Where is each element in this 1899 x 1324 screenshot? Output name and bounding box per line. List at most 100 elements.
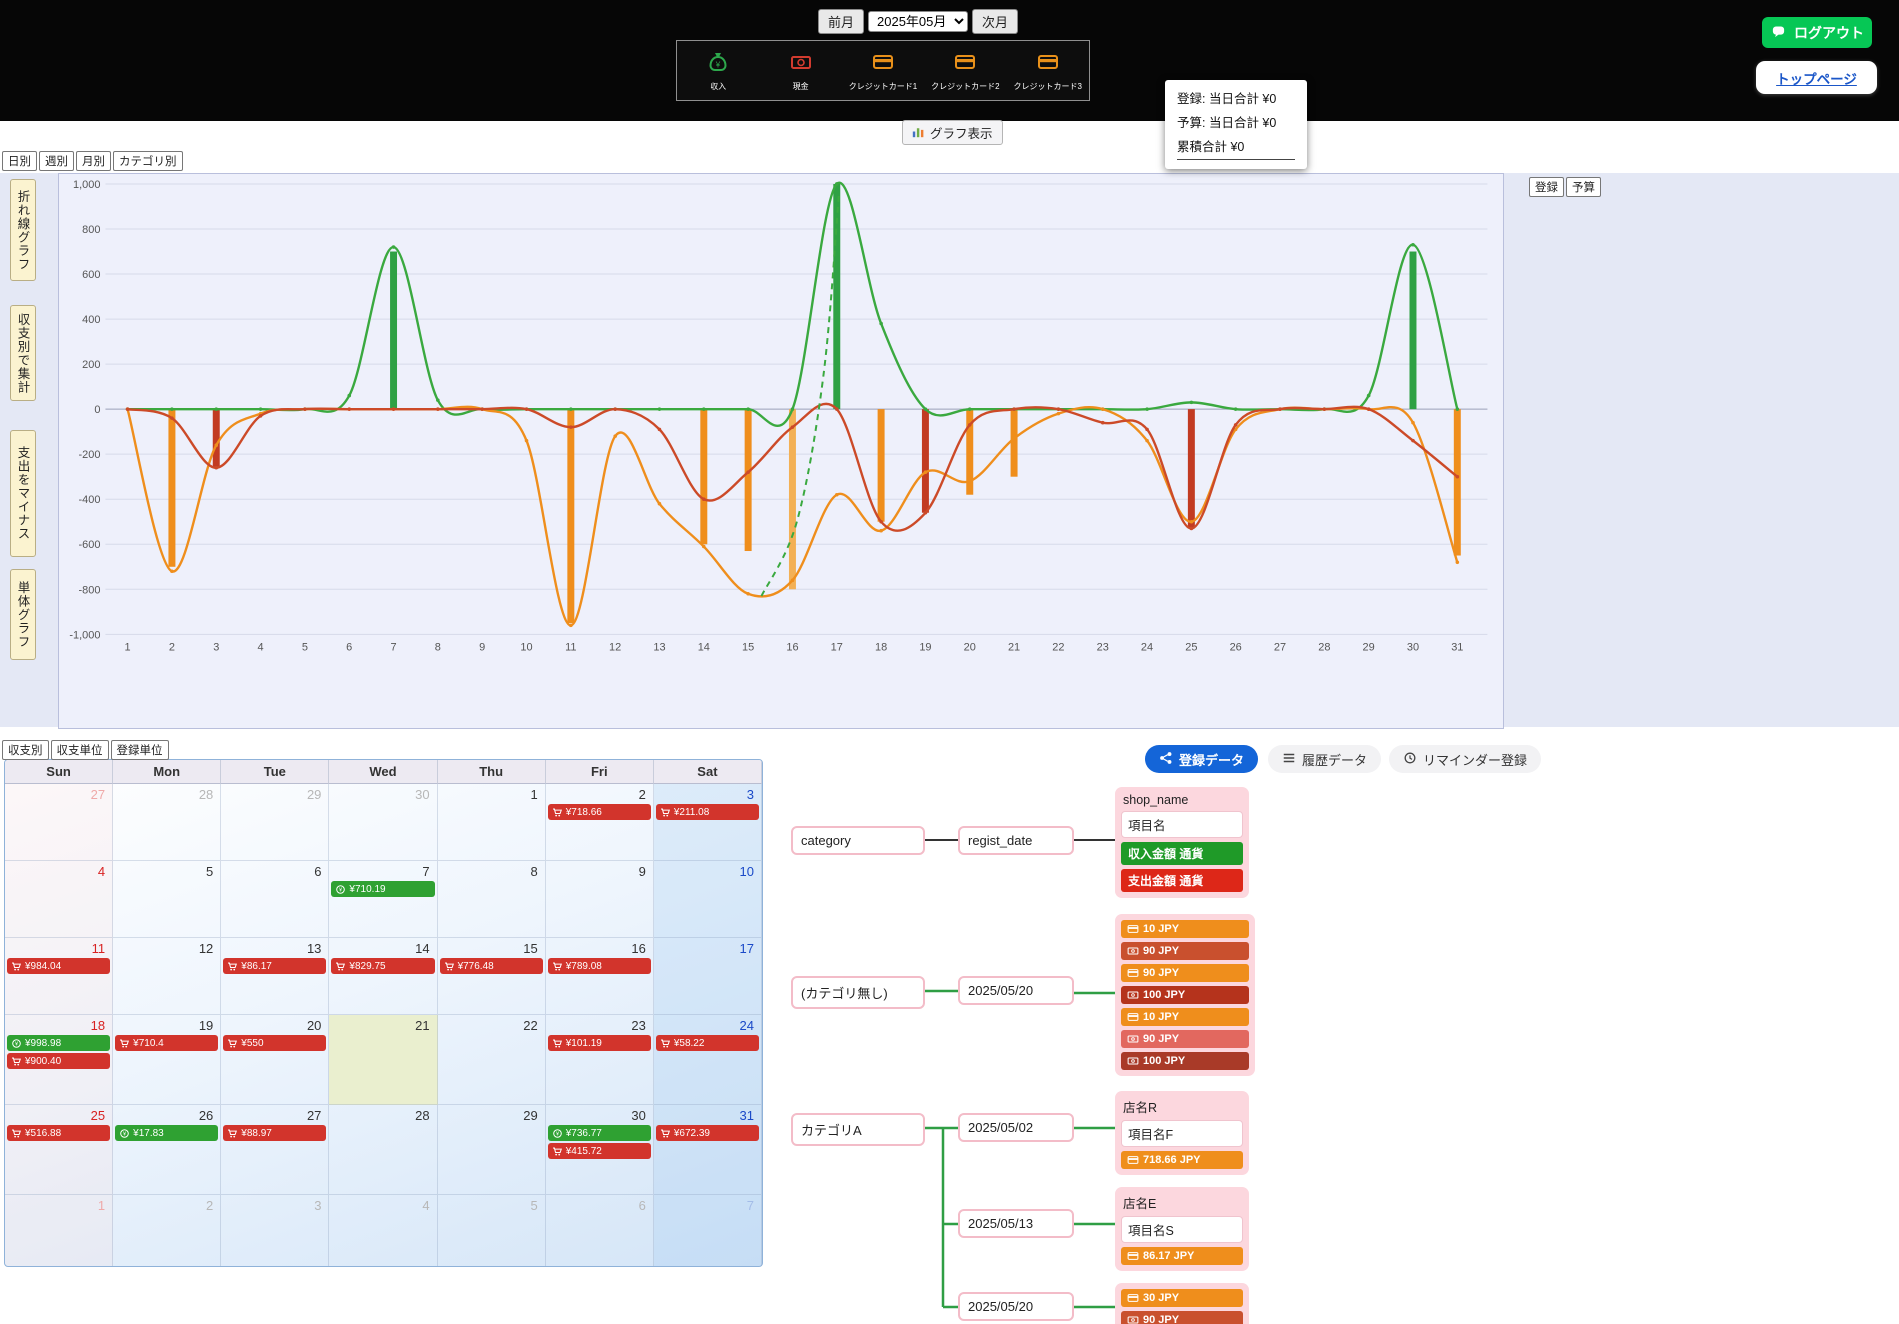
calendar-day-cell[interactable]: 5	[438, 1195, 546, 1267]
expense-amount-badge[interactable]: ¥86.17	[223, 958, 326, 974]
regist-date-node[interactable]: 2025/05/20	[958, 976, 1074, 1005]
top-page-button[interactable]: トップページ	[1756, 61, 1877, 94]
calendar-day-cell[interactable]: 5	[113, 861, 221, 938]
amount-badge[interactable]: 90 JPY	[1121, 964, 1249, 982]
calendar-day-cell[interactable]: 11¥984.04	[5, 938, 113, 1015]
expense-amount-badge[interactable]: ¥829.75	[331, 958, 434, 974]
regist-date-node[interactable]: 2025/05/13	[958, 1209, 1074, 1238]
calendar-day-cell[interactable]: 27¥88.97	[221, 1105, 329, 1195]
amount-badge[interactable]: 90 JPY	[1121, 942, 1249, 960]
calendar-day-cell[interactable]: 6	[546, 1195, 654, 1267]
logout-button[interactable]: ログアウト	[1762, 17, 1872, 48]
amount-badge[interactable]: 10 JPY	[1121, 920, 1249, 938]
calendar-day-cell[interactable]: 27	[5, 784, 113, 861]
regist-date-node[interactable]: 2025/05/20	[958, 1292, 1074, 1321]
calendar-day-cell[interactable]: 30	[329, 784, 437, 861]
tab-history-data[interactable]: 履歴データ	[1268, 745, 1381, 773]
expense-amount-badge[interactable]: ¥789.08	[548, 958, 651, 974]
calendar-day-cell[interactable]: 18¥¥998.98¥900.40	[5, 1015, 113, 1105]
calendar-day-cell[interactable]: 7¥¥710.19	[329, 861, 437, 938]
income-amount-badge[interactable]: ¥¥710.19	[331, 881, 434, 897]
tab-daily[interactable]: 日別	[2, 151, 37, 171]
calendar-day-cell[interactable]: 3¥211.08	[654, 784, 762, 861]
account-card1-button[interactable]: クレジットカード1	[844, 50, 922, 92]
account-income-button[interactable]: ¥ 収入	[679, 50, 757, 92]
tab-by-balance[interactable]: 収支別	[2, 740, 49, 760]
calendar-day-cell[interactable]: 19¥710.4	[113, 1015, 221, 1105]
amount-badge[interactable]: 30 JPY	[1121, 1289, 1243, 1307]
category-node-a[interactable]: カテゴリA	[791, 1113, 925, 1146]
income-amount-badge[interactable]: ¥¥17.83	[115, 1125, 218, 1141]
regist-date-node[interactable]: 2025/05/02	[958, 1113, 1074, 1142]
calendar-day-cell[interactable]: 17	[654, 938, 762, 1015]
income-amount-badge[interactable]: ¥¥736.77	[548, 1125, 651, 1141]
calendar-day-cell[interactable]: 13¥86.17	[221, 938, 329, 1015]
single-graph-button[interactable]: 単体グラフ	[10, 569, 36, 660]
graph-display-button[interactable]: グラフ表示	[902, 120, 1003, 145]
account-card3-button[interactable]: クレジットカード3	[1009, 50, 1087, 92]
item-name-box[interactable]: 項目名S	[1121, 1216, 1243, 1243]
calendar-day-cell[interactable]: 30¥¥736.77¥415.72	[546, 1105, 654, 1195]
calendar-day-cell[interactable]: 23¥101.19	[546, 1015, 654, 1105]
calendar-day-cell[interactable]: 26¥¥17.83	[113, 1105, 221, 1195]
amount-badge[interactable]: 90 JPY	[1121, 1030, 1249, 1048]
calendar-day-cell[interactable]: 20¥550	[221, 1015, 329, 1105]
calendar-day-cell[interactable]: 4	[329, 1195, 437, 1267]
expense-amount-badge[interactable]: ¥415.72	[548, 1143, 651, 1159]
calendar-day-cell[interactable]: 8	[438, 861, 546, 938]
tab-registered-data[interactable]: 登録データ	[1145, 745, 1258, 773]
expense-amount-badge[interactable]: ¥88.97	[223, 1125, 326, 1141]
calendar-day-cell[interactable]: 28	[329, 1105, 437, 1195]
next-month-button[interactable]: 次月	[972, 9, 1018, 34]
calendar-day-cell[interactable]: 22	[438, 1015, 546, 1105]
expense-amount-badge[interactable]: ¥984.04	[7, 958, 110, 974]
amount-badge[interactable]: 10 JPY	[1121, 1008, 1249, 1026]
tab-balance-unit[interactable]: 収支単位	[51, 740, 109, 760]
expense-amount-badge[interactable]: ¥710.4	[115, 1035, 218, 1051]
tab-monthly[interactable]: 月別	[76, 151, 111, 171]
item-name-box[interactable]: 項目名	[1121, 811, 1243, 838]
calendar-day-cell[interactable]: 4	[5, 861, 113, 938]
expense-amount-badge[interactable]: ¥672.39	[656, 1125, 759, 1141]
aggregate-by-balance-button[interactable]: 収支別で集計	[10, 305, 36, 401]
expense-amount-badge[interactable]: ¥718.66	[548, 804, 651, 820]
calendar-day-cell[interactable]: 2¥718.66	[546, 784, 654, 861]
calendar-day-cell[interactable]: 6	[221, 861, 329, 938]
expense-amount-badge[interactable]: ¥550	[223, 1035, 326, 1051]
toggle-registered[interactable]: 登録	[1529, 177, 1564, 197]
calendar-day-cell[interactable]: 29	[438, 1105, 546, 1195]
expense-amount-badge[interactable]: ¥776.48	[440, 958, 543, 974]
calendar-day-cell[interactable]: 21	[329, 1015, 437, 1105]
calendar-day-cell[interactable]: 7	[654, 1195, 762, 1267]
income-amount-badge[interactable]: ¥¥998.98	[7, 1035, 110, 1051]
tab-reminder-register[interactable]: リマインダー登録	[1389, 745, 1541, 773]
amount-badge[interactable]: 100 JPY	[1121, 1052, 1249, 1070]
calendar-day-cell[interactable]: 14¥829.75	[329, 938, 437, 1015]
calendar-day-cell[interactable]: 31¥672.39	[654, 1105, 762, 1195]
expense-as-minus-button[interactable]: 支出をマイナス	[10, 430, 36, 557]
amount-badge[interactable]: 86.17 JPY	[1121, 1247, 1243, 1265]
calendar-day-cell[interactable]: 1	[438, 784, 546, 861]
calendar-day-cell[interactable]: 16¥789.08	[546, 938, 654, 1015]
calendar-day-cell[interactable]: 9	[546, 861, 654, 938]
expense-amount-badge[interactable]: ¥516.88	[7, 1125, 110, 1141]
calendar-day-cell[interactable]: 2	[113, 1195, 221, 1267]
line-graph-toggle-button[interactable]: 折れ線グラフ	[10, 179, 36, 281]
calendar-day-cell[interactable]: 15¥776.48	[438, 938, 546, 1015]
category-template-node[interactable]: category	[791, 826, 925, 855]
expense-amount-badge[interactable]: ¥58.22	[656, 1035, 759, 1051]
expense-amount-badge[interactable]: ¥900.40	[7, 1053, 110, 1069]
calendar-day-cell[interactable]: 3	[221, 1195, 329, 1267]
account-cash-button[interactable]: 現金	[762, 50, 840, 92]
toggle-budget[interactable]: 予算	[1566, 177, 1601, 197]
calendar-day-cell[interactable]: 28	[113, 784, 221, 861]
expense-amount-badge[interactable]: ¥101.19	[548, 1035, 651, 1051]
account-card2-button[interactable]: クレジットカード2	[926, 50, 1004, 92]
amount-badge[interactable]: 718.66 JPY	[1121, 1151, 1243, 1169]
tab-weekly[interactable]: 週別	[39, 151, 74, 171]
tab-register-unit[interactable]: 登録単位	[111, 740, 169, 760]
calendar-day-cell[interactable]: 25¥516.88	[5, 1105, 113, 1195]
month-select[interactable]: 2025年05月	[868, 11, 968, 32]
expense-amount-badge[interactable]: ¥211.08	[656, 804, 759, 820]
tab-by-category[interactable]: カテゴリ別	[113, 151, 183, 171]
